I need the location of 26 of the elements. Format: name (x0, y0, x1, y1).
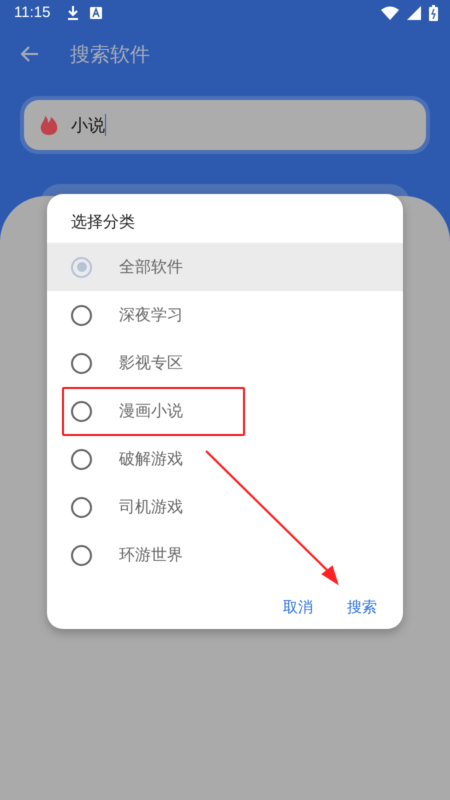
flame-icon (39, 114, 59, 136)
signal-icon (407, 6, 421, 20)
category-option[interactable]: 环游世界 (47, 531, 403, 579)
radio-button[interactable] (71, 496, 92, 518)
dialog-button[interactable]: 搜索 (345, 594, 379, 621)
radio-button[interactable] (71, 352, 92, 374)
wifi-icon (381, 6, 399, 20)
dialog-title: 选择分类 (70, 211, 136, 233)
category-option[interactable]: 破解游戏 (47, 435, 403, 483)
page-title: 搜索软件 (70, 40, 150, 68)
search-field[interactable]: 小说 (24, 100, 426, 150)
radio-button[interactable] (71, 448, 92, 470)
category-option[interactable]: 全部软件 (47, 243, 403, 291)
battery-icon (429, 4, 438, 20)
radio-button[interactable] (71, 400, 92, 422)
category-option[interactable]: 深夜学习 (47, 291, 403, 339)
radio-button[interactable] (71, 256, 92, 278)
radio-button[interactable] (71, 544, 92, 566)
dialog-button[interactable]: 取消 (281, 594, 315, 621)
download-icon (66, 4, 80, 20)
status-time: 11:15 (14, 4, 50, 21)
category-option[interactable]: 影视专区 (47, 339, 403, 387)
radio-button[interactable] (71, 304, 92, 326)
app-notification-icon (90, 6, 102, 18)
back-arrow-icon[interactable] (20, 44, 40, 64)
category-option[interactable]: 司机游戏 (47, 483, 403, 531)
